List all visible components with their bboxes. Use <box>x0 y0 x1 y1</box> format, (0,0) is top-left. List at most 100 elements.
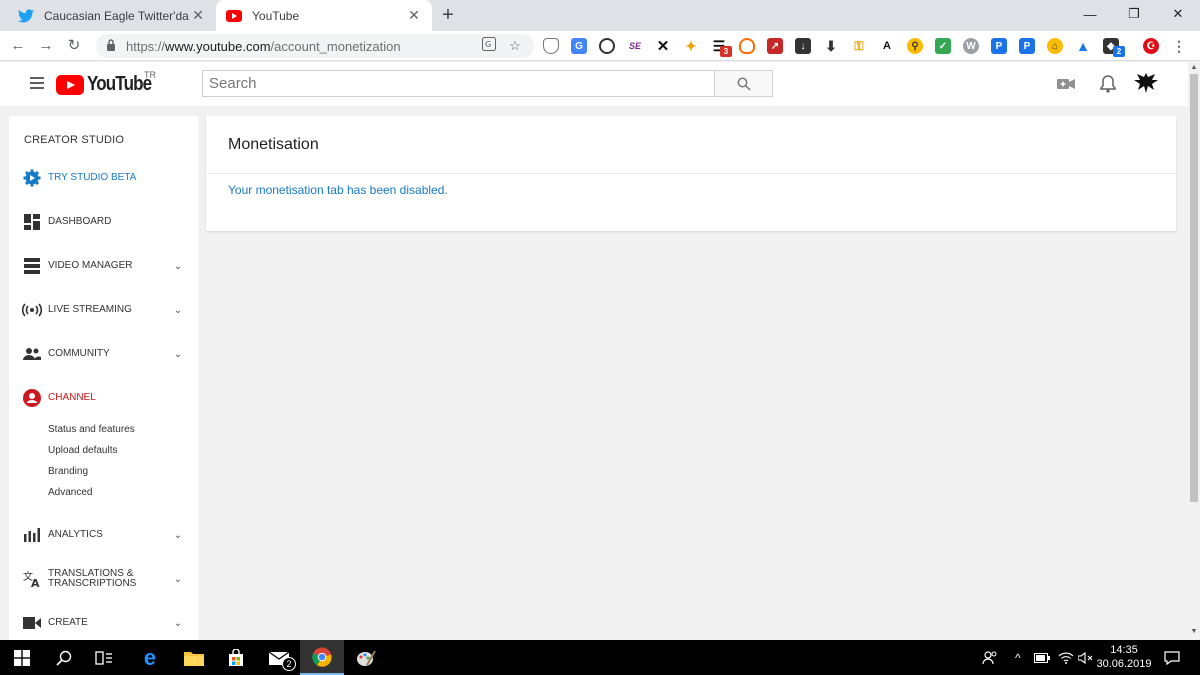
show-hidden-icons-chevron-icon[interactable]: ^ <box>1015 640 1021 675</box>
account-avatar-eagle-icon[interactable] <box>1133 70 1159 96</box>
channel-subitem-advanced[interactable]: Advanced <box>48 487 92 498</box>
download-box-extension-icon[interactable]: ↓ <box>795 38 811 54</box>
sidebar-item-translations-transcriptions[interactable]: 文A TRANSLATIONS & TRANSCRIPTIONS ⌄ <box>9 565 198 593</box>
channel-icon <box>21 389 43 407</box>
file-explorer-icon[interactable] <box>172 640 216 675</box>
reload-icon[interactable]: ↻ <box>64 36 84 56</box>
w-extension-icon[interactable]: W <box>963 38 979 54</box>
clock-time: 14:35 <box>1110 644 1138 656</box>
action-center-icon[interactable] <box>1164 640 1180 675</box>
youtube-icon <box>226 8 242 24</box>
profile-avatar-icon[interactable]: ☪ <box>1143 38 1159 54</box>
back-arrow-icon[interactable]: ← <box>8 36 28 56</box>
sidebar-item-analytics[interactable]: ANALYTICS ⌄ <box>9 521 198 549</box>
paint-icon[interactable] <box>344 640 388 675</box>
sidebar-item-community[interactable]: COMMUNITY ⌄ <box>9 340 198 368</box>
search-icon[interactable] <box>42 640 86 675</box>
triangle-extension-icon[interactable]: ▲ <box>1075 38 1091 54</box>
task-view-icon[interactable] <box>82 640 126 675</box>
p2-extension-icon[interactable]: P <box>1019 38 1035 54</box>
shield-extension-icon[interactable] <box>543 38 559 54</box>
translate-page-icon[interactable]: G <box>480 37 498 55</box>
notifications-bell-icon[interactable] <box>1098 74 1118 94</box>
key-extension-icon[interactable]: ⚿ <box>851 38 867 54</box>
scroll-up-arrow-icon[interactable]: ▲ <box>1188 64 1200 74</box>
channel-subitem-upload-defaults[interactable]: Upload defaults <box>48 445 118 456</box>
volume-muted-icon[interactable] <box>1078 640 1094 675</box>
windows-start-icon[interactable] <box>0 640 44 675</box>
chrome-taskbar-icon[interactable] <box>300 640 344 675</box>
address-bar[interactable]: https:// www.youtube.com /account_moneti… <box>96 34 534 58</box>
gear-icon <box>21 169 43 187</box>
chevron-down-icon[interactable]: ⌄ <box>172 261 184 272</box>
search-icon <box>737 77 751 91</box>
sidebar-item-video-manager[interactable]: VIDEO MANAGER ⌄ <box>9 252 198 280</box>
sidebar-item-label: VIDEO MANAGER <box>48 260 133 271</box>
search-button[interactable] <box>714 70 773 97</box>
svg-text:G: G <box>485 40 491 49</box>
tab-twitter[interactable]: Caucasian Eagle Twitter'da: "@Te ✕ <box>8 0 216 31</box>
sidebar-item-label: COMMUNITY <box>48 348 110 359</box>
close-tab-icon[interactable]: ✕ <box>406 7 422 24</box>
people-icon[interactable] <box>982 640 998 675</box>
mail-icon[interactable] <box>258 640 302 675</box>
mail-badge: 2 <box>282 657 296 671</box>
tab-youtube[interactable]: YouTube ✕ <box>216 0 432 31</box>
home-extension-icon[interactable]: ⌂ <box>1047 38 1063 54</box>
sidebar-item-try-studio-beta[interactable]: TRY STUDIO BETA <box>9 164 198 192</box>
sidebar-item-live-streaming[interactable]: LIVE STREAMING ⌄ <box>9 296 198 324</box>
sidebar-item-label: TRY STUDIO BETA <box>48 172 137 183</box>
scroll-down-arrow-icon[interactable]: ▼ <box>1188 628 1200 638</box>
sidebar-item-label: TRANSLATIONS & TRANSCRIPTIONS <box>48 569 172 589</box>
pin-extension-icon[interactable]: ✦ <box>683 38 699 54</box>
system-clock[interactable]: 14:35 30.06.2019 <box>1096 643 1152 671</box>
store-icon[interactable] <box>214 640 258 675</box>
chevron-down-icon[interactable]: ⌄ <box>172 618 184 629</box>
hamburger-menu-icon[interactable] <box>30 77 44 89</box>
channel-subitem-branding[interactable]: Branding <box>48 466 88 477</box>
scrollbar-thumb[interactable] <box>1190 74 1198 502</box>
bookmark-star-icon[interactable]: ☆ <box>506 37 524 55</box>
minimize-icon[interactable]: — <box>1068 0 1112 28</box>
youtube-logo[interactable]: YouTube TR <box>56 70 163 96</box>
new-tab-button[interactable]: + <box>438 4 458 26</box>
battery-icon[interactable] <box>1034 640 1050 675</box>
page-scrollbar[interactable]: ▲ ▼ <box>1188 62 1200 640</box>
channel-subitem-status-and-features[interactable]: Status and features <box>48 424 135 435</box>
tab-title: YouTube <box>252 8 300 23</box>
check-extension-icon[interactable]: ✓ <box>935 38 951 54</box>
search-extension-icon[interactable]: ⚲ <box>907 38 923 54</box>
extension-badge: 2 <box>1113 46 1125 57</box>
forward-arrow-icon[interactable]: → <box>36 36 56 56</box>
sidebar-item-label: LIVE STREAMING <box>48 304 132 315</box>
restore-icon[interactable]: ❐ <box>1112 0 1156 28</box>
upload-video-icon[interactable] <box>1056 74 1076 94</box>
youtube-logo-text: YouTube <box>87 73 152 95</box>
font-extension-icon[interactable]: A <box>879 38 895 54</box>
sidebar-item-dashboard[interactable]: DASHBOARD <box>9 208 198 236</box>
chart-extension-icon[interactable]: ↗ <box>767 38 783 54</box>
youtube-header: YouTube TR Search <box>0 62 1188 106</box>
sidebar-item-channel[interactable]: CHANNEL <box>9 384 198 412</box>
sidebar-item-label-line2: TRANSCRIPTIONS <box>48 578 137 589</box>
chrome-menu-icon[interactable]: ⋮ <box>1171 38 1187 54</box>
brave-extension-icon[interactable] <box>739 38 755 54</box>
google-translate-extension-icon[interactable]: G <box>571 38 587 54</box>
chevron-down-icon[interactable]: ⌄ <box>172 530 184 541</box>
wifi-icon[interactable] <box>1058 640 1074 675</box>
github-extension-icon[interactable] <box>599 38 615 54</box>
search-input[interactable]: Search <box>202 70 715 97</box>
x-extension-icon[interactable]: ✕ <box>655 38 671 55</box>
chevron-down-icon[interactable]: ⌄ <box>172 305 184 316</box>
edge-browser-icon[interactable]: e <box>128 640 172 675</box>
chevron-down-icon[interactable]: ⌄ <box>172 574 184 585</box>
se-extension-icon[interactable]: SE <box>627 38 643 54</box>
sidebar-item-create[interactable]: CREATE ⌄ <box>9 609 198 637</box>
close-window-icon[interactable]: ✕ <box>1156 0 1200 28</box>
download-extension-icon[interactable]: ⬇ <box>823 38 839 54</box>
p-extension-icon[interactable]: P <box>991 38 1007 54</box>
browser-tab-strip: Caucasian Eagle Twitter'da: "@Te ✕ YouTu… <box>0 0 1200 31</box>
sidebar-item-label: CREATE <box>48 617 88 628</box>
chevron-down-icon[interactable]: ⌄ <box>172 349 184 360</box>
close-tab-icon[interactable]: ✕ <box>190 7 206 24</box>
